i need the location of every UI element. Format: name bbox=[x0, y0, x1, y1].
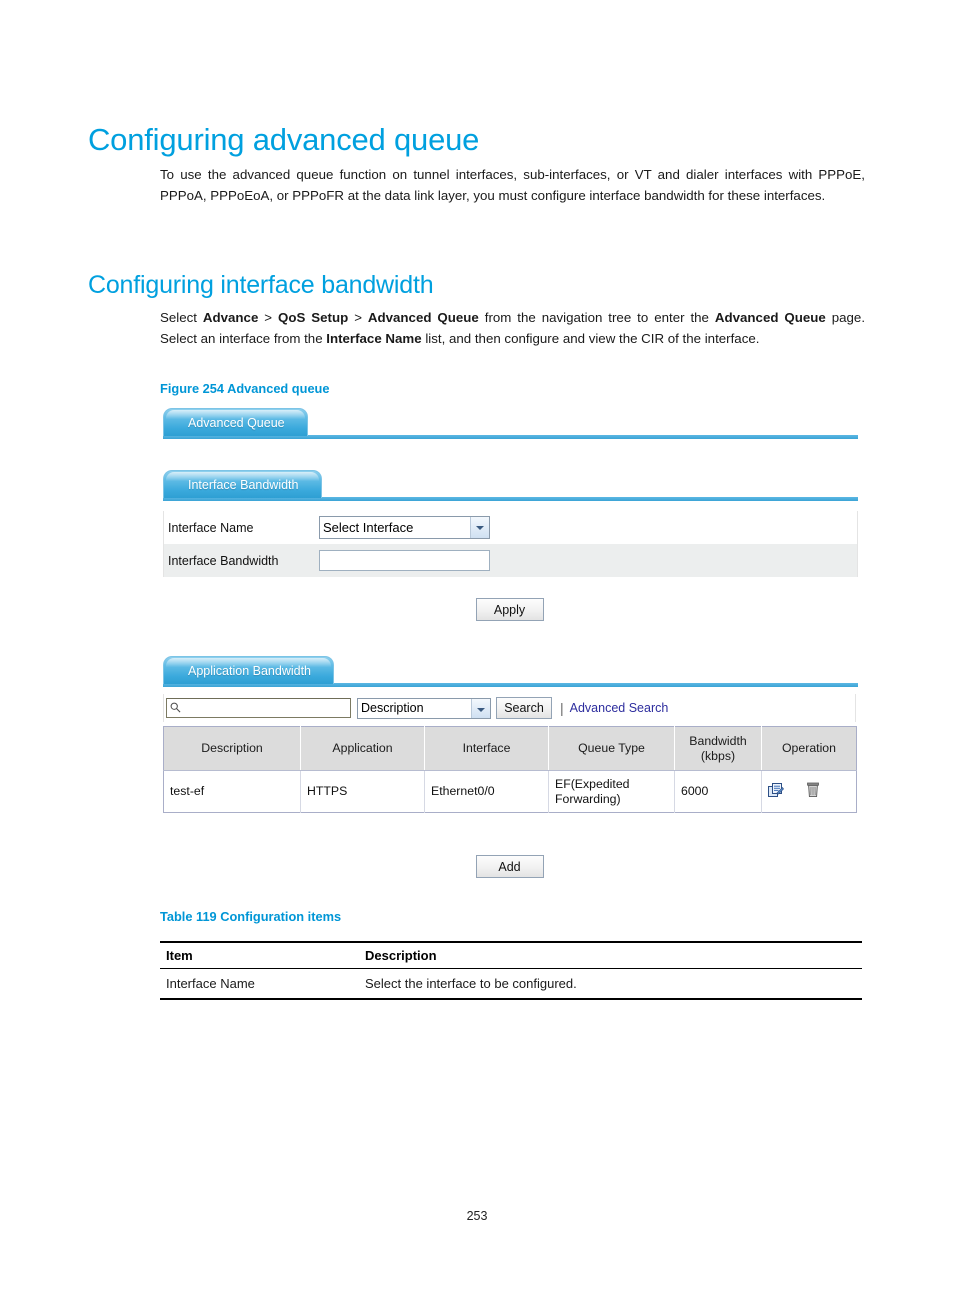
edit-icon[interactable] bbox=[768, 782, 784, 802]
apply-button-row: Apply bbox=[163, 598, 856, 621]
search-button[interactable]: Search bbox=[496, 697, 552, 719]
advanced-queue-screenshot: Advanced Queue Interface Bandwidth Inter… bbox=[163, 408, 858, 883]
cell-operation bbox=[761, 770, 857, 813]
tab-group-application-bandwidth: Application Bandwidth bbox=[163, 656, 858, 687]
col-header-bandwidth-line1: Bandwidth bbox=[689, 733, 747, 748]
col-header-operation: Operation bbox=[761, 726, 857, 771]
interface-name-control: Select Interface bbox=[319, 516, 857, 539]
add-button-row: Add bbox=[163, 855, 856, 878]
configuration-items-table: Item Description Interface Name Select t… bbox=[160, 941, 862, 1000]
interface-bandwidth-form: Interface Name Select Interface Interfac… bbox=[163, 511, 858, 577]
form-row-interface-bandwidth: Interface Bandwidth bbox=[164, 544, 857, 577]
tab-group-interface-bandwidth: Interface Bandwidth bbox=[163, 470, 858, 501]
cell-application: HTTPS bbox=[300, 770, 425, 813]
col-header-application: Application bbox=[300, 726, 425, 771]
interface-bandwidth-input[interactable] bbox=[319, 550, 490, 571]
section-paragraph: Select Advance > QoS Setup > Advanced Qu… bbox=[160, 310, 866, 346]
interface-name-label: Interface Name bbox=[168, 520, 254, 535]
doc-table-row: Interface Name Select the interface to b… bbox=[160, 968, 862, 1000]
section-heading: Configuring interface bandwidth bbox=[88, 270, 434, 299]
col-header-interface: Interface bbox=[424, 726, 549, 771]
interface-name-select-wrap: Select Interface bbox=[319, 516, 490, 539]
search-toolbar: Description Search | Advanced Search bbox=[163, 694, 856, 722]
apply-button[interactable]: Apply bbox=[475, 598, 544, 621]
col-header-description: Description bbox=[163, 726, 301, 771]
col-header-bandwidth-line2: (kbps) bbox=[700, 748, 736, 763]
interface-bandwidth-label: Interface Bandwidth bbox=[168, 553, 279, 568]
search-input-wrap bbox=[166, 698, 351, 718]
tab-interface-bandwidth-label: Interface Bandwidth bbox=[188, 478, 299, 492]
doc-cell-description: Select the interface to be configured. bbox=[359, 968, 862, 1000]
tab-application-bandwidth-label: Application Bandwidth bbox=[188, 664, 311, 678]
toolbar-divider: | bbox=[560, 700, 564, 716]
search-field-select-inner: Description bbox=[357, 697, 491, 719]
figure-caption: Figure 254 Advanced queue bbox=[160, 381, 330, 396]
interface-name-select[interactable]: Select Interface bbox=[319, 516, 490, 539]
search-field-select-wrap: Description bbox=[357, 697, 491, 719]
cell-interface: Ethernet0/0 bbox=[424, 770, 549, 813]
tab-group-advanced-queue: Advanced Queue bbox=[163, 408, 858, 439]
tab-advanced-queue[interactable]: Advanced Queue bbox=[163, 408, 308, 436]
cell-description: test-ef bbox=[163, 770, 301, 813]
tab-interface-bandwidth[interactable]: Interface Bandwidth bbox=[163, 470, 322, 498]
advanced-search-link[interactable]: Advanced Search bbox=[570, 701, 669, 715]
doc-table-header-row: Item Description bbox=[160, 941, 862, 969]
tab-application-bandwidth[interactable]: Application Bandwidth bbox=[163, 656, 334, 684]
page-title: Configuring advanced queue bbox=[88, 121, 480, 157]
cell-bandwidth: 6000 bbox=[674, 770, 762, 813]
cell-queue-type: EF(Expedited Forwarding) bbox=[548, 770, 675, 813]
table-row: test-ef HTTPS Ethernet0/0 EF(Expedited F… bbox=[163, 770, 857, 813]
tab-advanced-queue-label: Advanced Queue bbox=[188, 416, 285, 430]
doc-cell-item: Interface Name bbox=[160, 968, 359, 1000]
delete-icon[interactable] bbox=[806, 782, 820, 802]
col-header-queue-type: Queue Type bbox=[548, 726, 675, 771]
intro-paragraph: To use the advanced queue function on tu… bbox=[160, 167, 865, 203]
add-button[interactable]: Add bbox=[475, 855, 544, 878]
table-caption: Table 119 Configuration items bbox=[160, 909, 342, 924]
interface-bandwidth-control bbox=[319, 550, 857, 571]
document-page: Configuring advanced queue To use the ad… bbox=[0, 0, 954, 1296]
search-input[interactable] bbox=[166, 698, 351, 718]
application-bandwidth-table: Description Application Interface Queue … bbox=[163, 726, 857, 813]
table-header-row: Description Application Interface Queue … bbox=[163, 726, 857, 771]
form-row-interface-name: Interface Name Select Interface bbox=[164, 511, 857, 544]
search-field-select[interactable]: Description bbox=[357, 697, 491, 719]
doc-col-header-description: Description bbox=[359, 941, 862, 969]
page-number: 253 bbox=[466, 1209, 488, 1223]
doc-col-header-item: Item bbox=[160, 941, 359, 969]
col-header-bandwidth: Bandwidth (kbps) bbox=[674, 726, 762, 771]
